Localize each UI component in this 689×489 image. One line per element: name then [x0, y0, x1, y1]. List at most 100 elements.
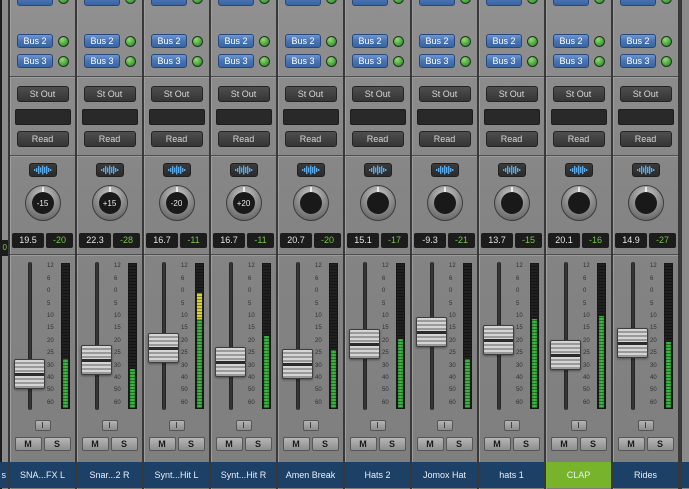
send-level-knob-icon[interactable] — [58, 36, 69, 47]
group-assignment-box[interactable] — [283, 109, 339, 125]
send-level-knob-icon[interactable] — [326, 56, 337, 67]
solo-button[interactable]: S — [111, 437, 138, 451]
mute-button[interactable]: M — [216, 437, 243, 451]
peak-readout[interactable]: -27 — [649, 233, 676, 248]
volume-readout[interactable]: 16.7 — [213, 233, 245, 248]
send-level-knob-icon[interactable] — [259, 0, 270, 4]
automation-mode-button[interactable]: Read — [620, 131, 672, 147]
group-assignment-box[interactable] — [484, 109, 540, 125]
peak-readout[interactable]: -16 — [582, 233, 609, 248]
group-assignment-box[interactable] — [551, 109, 607, 125]
volume-readout[interactable]: 14.9 — [615, 233, 647, 248]
pan-knob[interactable] — [360, 185, 396, 221]
send-level-knob-icon[interactable] — [192, 0, 203, 4]
send-button[interactable] — [285, 0, 321, 6]
send-button[interactable] — [486, 0, 522, 6]
send-level-knob-icon[interactable] — [125, 56, 136, 67]
volume-fader[interactable] — [483, 325, 514, 355]
volume-fader[interactable] — [416, 317, 447, 347]
input-monitor-button[interactable]: I — [571, 420, 587, 431]
output-path-button[interactable]: St Out — [553, 86, 605, 102]
track-name[interactable]: s — [0, 462, 8, 488]
automation-mode-button[interactable]: Read — [285, 131, 337, 147]
volume-readout[interactable]: -9.3 — [414, 233, 446, 248]
send-level-knob-icon[interactable] — [393, 0, 404, 4]
send-level-knob-icon[interactable] — [527, 56, 538, 67]
volume-readout[interactable]: 15.1 — [347, 233, 379, 248]
send-level-knob-icon[interactable] — [393, 36, 404, 47]
mute-button[interactable]: M — [82, 437, 109, 451]
send-level-knob-icon[interactable] — [460, 36, 471, 47]
waveform-button[interactable] — [29, 163, 57, 177]
send-button-bus3[interactable]: Bus 3 — [352, 54, 388, 68]
send-level-knob-icon[interactable] — [661, 56, 672, 67]
send-button[interactable] — [17, 0, 53, 6]
input-monitor-button[interactable]: I — [303, 420, 319, 431]
output-path-button[interactable]: St Out — [17, 86, 69, 102]
mute-button[interactable]: M — [417, 437, 444, 451]
track-name[interactable]: Synt...Hit R — [211, 462, 276, 488]
solo-button[interactable]: S — [379, 437, 406, 451]
send-level-knob-icon[interactable] — [58, 0, 69, 4]
waveform-button[interactable] — [565, 163, 593, 177]
send-button-bus2[interactable]: Bus 2 — [285, 34, 321, 48]
output-path-button[interactable]: St Out — [285, 86, 337, 102]
mute-button[interactable]: M — [15, 437, 42, 451]
peak-readout[interactable]: -11 — [247, 233, 274, 248]
automation-mode-button[interactable]: Read — [84, 131, 136, 147]
send-button-bus3[interactable]: Bus 3 — [17, 54, 53, 68]
pan-knob[interactable] — [293, 185, 329, 221]
waveform-button[interactable] — [163, 163, 191, 177]
waveform-button[interactable] — [96, 163, 124, 177]
send-level-knob-icon[interactable] — [661, 36, 672, 47]
send-level-knob-icon[interactable] — [460, 56, 471, 67]
waveform-button[interactable] — [230, 163, 258, 177]
send-button[interactable] — [151, 0, 187, 6]
send-level-knob-icon[interactable] — [326, 0, 337, 4]
send-level-knob-icon[interactable] — [460, 0, 471, 4]
send-level-knob-icon[interactable] — [192, 36, 203, 47]
mute-button[interactable]: M — [484, 437, 511, 451]
send-button-bus3[interactable]: Bus 3 — [84, 54, 120, 68]
pan-knob[interactable] — [494, 185, 530, 221]
input-monitor-button[interactable]: I — [169, 420, 185, 431]
send-level-knob-icon[interactable] — [192, 56, 203, 67]
peak-readout[interactable]: -20 — [314, 233, 341, 248]
track-name[interactable]: Synt...Hit L — [144, 462, 209, 488]
volume-readout[interactable]: 20.7 — [280, 233, 312, 248]
group-assignment-box[interactable] — [216, 109, 272, 125]
volume-fader[interactable] — [550, 340, 581, 370]
track-name[interactable]: hats 1 — [479, 462, 544, 488]
track-name[interactable]: CLAP — [546, 462, 611, 488]
send-button[interactable] — [84, 0, 120, 6]
peak-readout[interactable]: -28 — [113, 233, 140, 248]
send-button-bus3[interactable]: Bus 3 — [553, 54, 589, 68]
volume-fader[interactable] — [215, 347, 246, 377]
send-level-knob-icon[interactable] — [125, 36, 136, 47]
input-monitor-button[interactable]: I — [35, 420, 51, 431]
send-level-knob-icon[interactable] — [58, 56, 69, 67]
group-assignment-box[interactable] — [15, 109, 71, 125]
pan-knob[interactable] — [561, 185, 597, 221]
send-button-bus2[interactable]: Bus 2 — [352, 34, 388, 48]
mute-button[interactable]: M — [149, 437, 176, 451]
send-level-knob-icon[interactable] — [594, 36, 605, 47]
volume-fader[interactable] — [282, 349, 313, 379]
track-name[interactable]: Snar...2 R — [77, 462, 142, 488]
send-button-bus3[interactable]: Bus 3 — [486, 54, 522, 68]
send-level-knob-icon[interactable] — [125, 0, 136, 4]
send-button[interactable] — [553, 0, 589, 6]
waveform-button[interactable] — [431, 163, 459, 177]
automation-mode-button[interactable]: Read — [17, 131, 69, 147]
send-button-bus3[interactable]: Bus 3 — [151, 54, 187, 68]
automation-mode-button[interactable]: Read — [218, 131, 270, 147]
track-name[interactable]: Amen Break — [278, 462, 343, 488]
automation-mode-button[interactable]: Read — [553, 131, 605, 147]
pan-knob[interactable]: +15 — [92, 185, 128, 221]
volume-fader[interactable] — [81, 345, 112, 375]
waveform-button[interactable] — [632, 163, 660, 177]
mute-button[interactable]: M — [350, 437, 377, 451]
volume-readout[interactable]: 13.7 — [481, 233, 513, 248]
volume-readout[interactable]: 19.5 — [12, 233, 44, 248]
send-button-bus2[interactable]: Bus 2 — [151, 34, 187, 48]
